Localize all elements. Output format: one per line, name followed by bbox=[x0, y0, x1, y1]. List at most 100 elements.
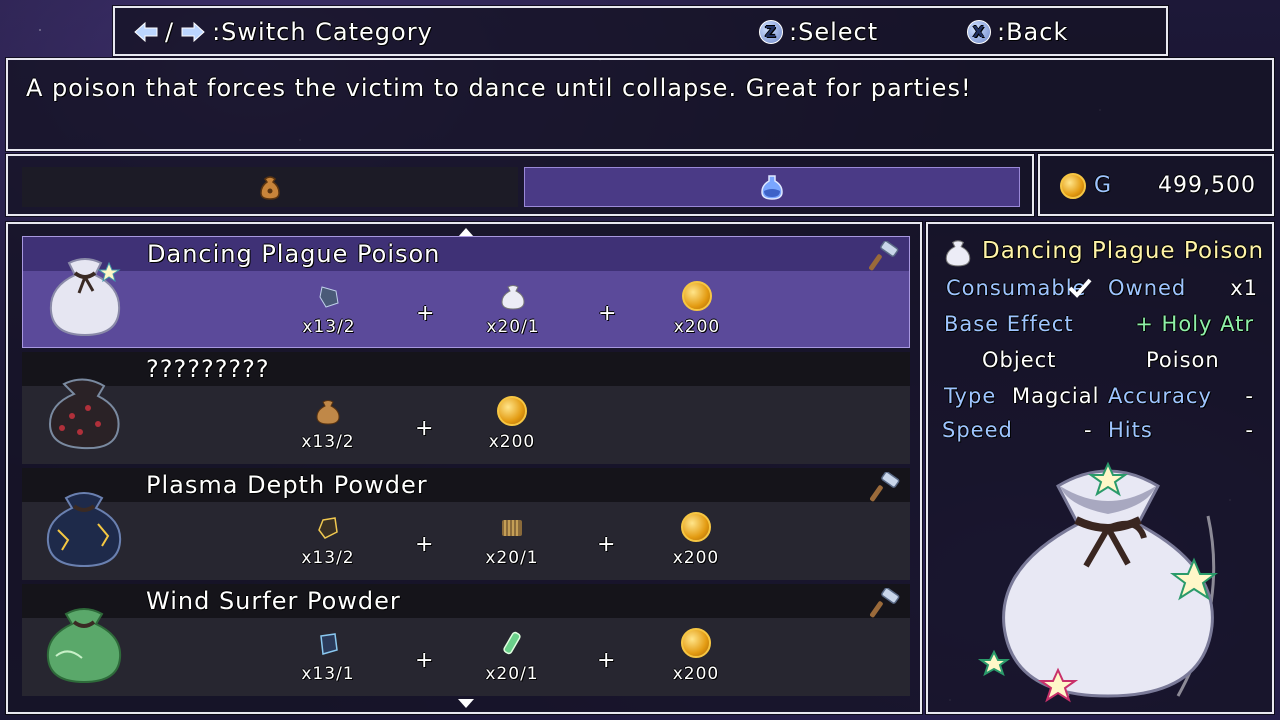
consumable-label: Consumable bbox=[946, 276, 1087, 300]
ingredient-quantity: x20/1 bbox=[485, 548, 539, 568]
gold-coin-icon bbox=[681, 628, 711, 658]
white-pouch-illustration bbox=[977, 461, 1218, 703]
speed-value: - bbox=[1084, 418, 1093, 442]
control-hints-bar: / :Switch Category Z :Select X :Back bbox=[113, 6, 1168, 56]
base-effect-value: + Holy Atr bbox=[1135, 312, 1254, 336]
type-value: Magcial bbox=[1012, 384, 1100, 408]
dark-shard-icon bbox=[319, 286, 339, 308]
pouch-icon bbox=[260, 176, 280, 200]
ingredient-slot: x200 bbox=[472, 396, 552, 452]
ingredient-slot: x13/2 bbox=[288, 512, 368, 568]
ingredient-slot: x20/1 bbox=[472, 628, 552, 684]
accuracy-label: Accuracy bbox=[1108, 384, 1212, 408]
ingredient-quantity: x20/1 bbox=[485, 664, 539, 684]
owned-value: x1 bbox=[1230, 276, 1258, 300]
plus-sign: + bbox=[598, 301, 618, 326]
ingredient-quantity: x200 bbox=[488, 432, 536, 452]
select-hint: Z :Select bbox=[759, 18, 878, 46]
gold-counter: G 499,500 bbox=[1038, 154, 1274, 216]
ingredient-slot: x20/1 bbox=[472, 512, 552, 568]
owned-label: Owned bbox=[1108, 276, 1187, 300]
plus-sign: + bbox=[415, 416, 435, 441]
ingredient-quantity: x13/2 bbox=[301, 432, 355, 452]
arrow-left-icon bbox=[134, 21, 158, 43]
item-description-box: A poison that forces the victim to dance… bbox=[6, 58, 1274, 151]
switch-category-hint: / :Switch Category bbox=[133, 18, 433, 46]
white-pouch-icon bbox=[945, 240, 971, 267]
striped-cloth-icon bbox=[502, 520, 522, 536]
checkmark-icon bbox=[1068, 278, 1092, 298]
hits-label: Hits bbox=[1108, 418, 1153, 442]
arrow-right-icon bbox=[181, 21, 205, 43]
tab-potion-category[interactable] bbox=[524, 167, 1020, 207]
recipe-list[interactable]: Dancing Plague Poison x13/2 + x20/1 + x2… bbox=[6, 222, 922, 714]
object-value: Poison bbox=[1146, 348, 1220, 372]
back-label: :Back bbox=[997, 18, 1069, 46]
plus-sign: + bbox=[415, 532, 435, 557]
tab-pouch-category[interactable] bbox=[22, 167, 518, 207]
type-label: Type bbox=[944, 384, 997, 408]
recipe-row-plasma-depth-powder[interactable]: Plasma Depth Powder x13/2 + x20/1 + x200 bbox=[22, 468, 910, 580]
ingredient-quantity: x200 bbox=[673, 317, 721, 337]
ingredient-slot: x13/1 bbox=[288, 628, 368, 684]
ingredient-quantity: x200 bbox=[672, 548, 720, 568]
base-effect-label: Base Effect bbox=[944, 312, 1074, 336]
z-button-icon: Z bbox=[759, 20, 783, 44]
x-button-icon: X bbox=[967, 20, 991, 44]
ingredient-quantity: x13/2 bbox=[302, 317, 356, 337]
hammer-icon bbox=[870, 588, 900, 618]
golden-shard-icon bbox=[318, 517, 338, 539]
speed-label: Speed bbox=[942, 418, 1013, 442]
green-vial-icon bbox=[503, 631, 521, 655]
accuracy-value: - bbox=[1245, 384, 1254, 408]
white-pouch-icon bbox=[501, 285, 525, 310]
ingredient-quantity: x13/1 bbox=[301, 664, 355, 684]
scroll-down-icon[interactable] bbox=[458, 699, 474, 708]
back-hint: X :Back bbox=[967, 18, 1068, 46]
ingredient-slot: x200 bbox=[656, 512, 736, 568]
gold-coin-icon bbox=[681, 512, 711, 542]
object-label: Object bbox=[982, 348, 1057, 372]
item-detail-panel: Dancing Plague Poison Consumable Owned x… bbox=[926, 222, 1274, 714]
recipe-name: Wind Surfer Powder bbox=[146, 587, 401, 615]
gold-label: G bbox=[1094, 173, 1113, 198]
ingredient-quantity: x200 bbox=[672, 664, 720, 684]
gold-amount: 499,500 bbox=[1158, 173, 1256, 198]
plus-sign: + bbox=[415, 648, 435, 673]
ingredient-slot: x13/2 bbox=[289, 281, 369, 337]
ingredient-slot: x13/2 bbox=[288, 396, 368, 452]
switch-category-label: :Switch Category bbox=[212, 18, 433, 46]
recipe-row-wind-surfer-powder[interactable]: Wind Surfer Powder x13/1 + x20/1 + x200 bbox=[22, 584, 910, 696]
recipe-name: ????????? bbox=[146, 355, 270, 383]
plus-sign: + bbox=[597, 648, 617, 673]
dark-pouch-icon bbox=[48, 378, 120, 450]
detail-item-name: Dancing Plague Poison bbox=[982, 238, 1265, 264]
hammer-icon bbox=[869, 241, 899, 271]
gold-coin-icon bbox=[1060, 173, 1086, 199]
white-pouch-icon bbox=[49, 258, 121, 337]
brown-pouch-icon bbox=[316, 400, 340, 425]
ingredient-quantity: x13/2 bbox=[301, 548, 355, 568]
hits-value: - bbox=[1245, 418, 1254, 442]
item-description: A poison that forces the victim to dance… bbox=[26, 74, 972, 102]
select-label: :Select bbox=[789, 18, 879, 46]
category-tabs bbox=[6, 154, 1034, 216]
recipe-row-unknown[interactable]: ????????? x13/2 + x200 bbox=[22, 352, 910, 464]
gold-coin-icon bbox=[497, 396, 527, 426]
blue-shard-icon bbox=[320, 633, 338, 655]
potion-flask-icon bbox=[761, 175, 783, 200]
navy-pouch-icon bbox=[46, 492, 122, 568]
recipe-name: Dancing Plague Poison bbox=[147, 240, 441, 268]
ingredient-slot: x20/1 bbox=[473, 281, 553, 337]
plus-sign: + bbox=[416, 301, 436, 326]
green-pouch-icon bbox=[46, 608, 122, 684]
ingredient-quantity: x20/1 bbox=[486, 317, 540, 337]
plus-sign: + bbox=[597, 532, 617, 557]
recipe-row-dancing-plague-poison[interactable]: Dancing Plague Poison x13/2 + x20/1 + x2… bbox=[22, 236, 910, 348]
ingredient-slot: x200 bbox=[656, 628, 736, 684]
hammer-icon bbox=[870, 472, 900, 502]
ingredient-slot: x200 bbox=[657, 281, 737, 337]
gold-coin-icon bbox=[682, 281, 712, 311]
recipe-name: Plasma Depth Powder bbox=[146, 471, 428, 499]
switch-keys-separator: / bbox=[165, 18, 175, 46]
